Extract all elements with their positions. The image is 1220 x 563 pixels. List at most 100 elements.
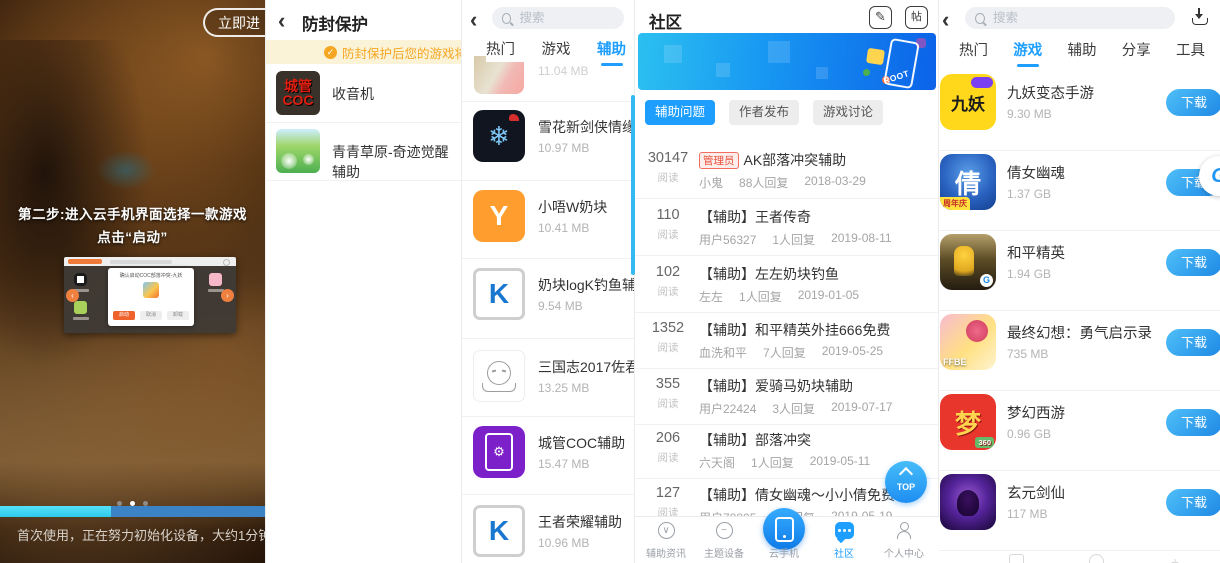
tab-hot[interactable]: 热门	[486, 38, 515, 59]
download-button[interactable]: 下载	[1166, 489, 1220, 516]
tab-games[interactable]: 游戏	[1013, 39, 1042, 67]
app-row[interactable]: ❄ 雪花新剑侠情缘 10.97 MB	[462, 110, 635, 188]
read-count: 1352	[651, 320, 685, 336]
tab-assist[interactable]: 辅助	[1068, 39, 1097, 60]
app-row[interactable]: K 奶块logK钓鱼辅助 9.54 MB	[462, 268, 635, 346]
game-row[interactable]: 倩 周年庆 倩女幽魂 1.37 GB 下载	[939, 150, 1220, 231]
chevron-up-icon	[898, 466, 914, 482]
app-size: 9.54 MB	[538, 299, 583, 313]
game-row[interactable]: 梦 360 梦幻西游 0.96 GB 下载	[939, 390, 1220, 471]
back-icon[interactable]: ‹	[470, 9, 477, 31]
post-date: 2019-05-25	[821, 344, 884, 358]
tab-game-discussion[interactable]: 游戏讨论	[813, 100, 884, 125]
cta-button[interactable]: 立即进	[203, 8, 265, 37]
forum-post-row[interactable]: 110 阅读 【辅助】王者传奇 用户56327 1人回复 2019-08-11	[635, 198, 939, 256]
search-bar[interactable]	[965, 7, 1175, 29]
snowflake-app-icon: ❄	[473, 110, 525, 162]
download-button[interactable]: 下载	[1166, 409, 1220, 436]
mini-cancel-button[interactable]: 取消	[140, 311, 162, 320]
forum-post-row[interactable]: 355 阅读 【辅助】爱骑马奶块辅助 用户22424 3人回复 2019-07-17	[635, 367, 939, 425]
cloud-phone-icon	[763, 508, 805, 550]
jiuyao-icon: 九妖	[940, 74, 996, 130]
forum-post-row[interactable]: 30147 阅读 管理员 AK部落冲突辅助 小鬼 88人回复 2018-03-29	[635, 141, 939, 199]
post-icon[interactable]: 帖	[905, 6, 928, 29]
protected-app-row[interactable]: 城管 COC 收音机	[266, 64, 462, 123]
nav-profile[interactable]: 个人中心	[875, 517, 933, 560]
post-title: 【辅助】倩女幽魂～小小倩免费	[699, 487, 895, 503]
app-name: 城管COC辅助	[538, 435, 626, 451]
game-row[interactable]: FFBE 最终幻想：勇气启示录 735 MB 下载	[939, 310, 1220, 391]
post-date: 2019-05-11	[809, 454, 871, 468]
reads-label: 阅读	[657, 452, 679, 464]
game-row[interactable]: 玄元剑仙 117 MB 下载	[939, 470, 1220, 551]
back-icon[interactable]: ‹	[278, 10, 285, 32]
back-to-top-button[interactable]: TOP	[885, 461, 927, 503]
community-banner[interactable]: ROOT	[638, 33, 936, 90]
download-manager-icon[interactable]	[1191, 8, 1208, 25]
scrollbar[interactable]	[631, 95, 635, 275]
ffbe-label: FFBE	[943, 357, 967, 367]
back-icon[interactable]: ‹	[942, 9, 949, 31]
ffbe-icon: FFBE	[940, 314, 996, 370]
forum-post-row[interactable]: 1352 阅读 【辅助】和平精英外挂666免费 血洗和平 7人回复 2019-05-…	[635, 311, 939, 369]
init-progress-fill	[0, 506, 112, 517]
reads-label: 阅读	[657, 172, 679, 184]
tab-tools[interactable]: 工具	[1176, 39, 1205, 60]
chevron-circle-icon: ∨	[657, 522, 675, 539]
app-row[interactable]: K 王者荣耀辅助 10.96 MB	[462, 505, 635, 563]
search-input[interactable]	[991, 10, 1165, 26]
app-name: 收音机	[332, 86, 374, 102]
nav-community[interactable]: 社区	[815, 517, 873, 560]
post-date: 2019-01-05	[797, 288, 860, 302]
post-author: 用户22424	[699, 402, 757, 416]
nav-theme-device[interactable]: − 主题设备	[695, 517, 753, 560]
360-badge: 360	[975, 437, 994, 448]
app-size: 10.97 MB	[538, 141, 590, 155]
reads-label: 阅读	[657, 342, 679, 354]
download-button[interactable]: 下载	[1166, 89, 1220, 116]
tab-assist-questions[interactable]: 辅助问题	[645, 100, 716, 125]
panel-onboarding: 立即进 第二步:进入云手机界面选择一款游戏 点击“启动” ‹ › 确认启动COC…	[0, 0, 265, 563]
download-button[interactable]: 下载	[1166, 249, 1220, 276]
panel-community: 社区 ✎ 帖 ROOT 辅助问题 作者发布 游戏讨论 30147 阅读 管理员 A…	[634, 0, 939, 563]
antiban-banner: ✓ 防封保护后您的游戏将杜绝被	[266, 40, 462, 64]
download-button[interactable]: 下载	[1166, 329, 1220, 356]
k-app-icon: K	[473, 268, 525, 320]
game-size: 117 MB	[1007, 507, 1048, 521]
game-size: 0.96 GB	[1007, 427, 1052, 441]
game-row[interactable]: 九妖 九妖变态手游 9.30 MB 下载	[939, 70, 1220, 151]
app-screenshots-collage: 立即进 第二步:进入云手机界面选择一款游戏 点击“启动” ‹ › 确认启动COC…	[0, 0, 1220, 563]
read-count: 102	[655, 264, 681, 280]
nav-assist-news[interactable]: ∨ 辅助资讯	[637, 517, 695, 560]
app-name: 王者荣耀辅助	[538, 514, 622, 530]
reads-label: 阅读	[657, 286, 679, 298]
app-row[interactable]: Y 小唔W奶块 10.41 MB	[462, 190, 635, 268]
tab-share[interactable]: 分享	[1122, 39, 1151, 60]
nav-label: 主题设备	[704, 549, 744, 560]
post-title: 【辅助】爱骑马奶块辅助	[699, 378, 853, 394]
game-row[interactable]: G 和平精英 1.94 GB 下载	[939, 230, 1220, 311]
compose-icon[interactable]: ✎	[869, 6, 892, 29]
tab-hot[interactable]: 热门	[959, 39, 988, 60]
mini-search-icon	[223, 259, 230, 266]
app-size: 10.41 MB	[538, 221, 590, 235]
mini-launch-button[interactable]: 启动	[113, 311, 135, 320]
post-replies: 3人回复	[772, 402, 816, 416]
forum-post-row[interactable]: 102 阅读 【辅助】左左奶块钓鱼 左左 1人回复 2019-01-05	[635, 255, 939, 313]
tutorial-caption-line1: 第二步:进入云手机界面选择一款游戏	[18, 207, 247, 222]
app-size: 13.25 MB	[538, 381, 590, 395]
mini-dialog-game-icon	[143, 282, 159, 298]
mini-uninstall-button[interactable]: 卸载	[167, 311, 189, 320]
tab-author-posts[interactable]: 作者发布	[729, 100, 800, 125]
game-name: 玄元剑仙	[1007, 486, 1065, 502]
tab-games[interactable]: 游戏	[542, 38, 571, 59]
search-input[interactable]	[517, 10, 614, 26]
search-bar[interactable]	[492, 7, 624, 29]
protected-app-row[interactable]: 青青草原-奇迹觉醒辅助	[266, 122, 462, 181]
app-row[interactable]: ⚙ 城管COC辅助 15.47 MB	[462, 426, 635, 504]
tab-assist[interactable]: 辅助	[597, 38, 626, 66]
anniversary-badge: 周年庆	[940, 197, 970, 210]
page-title: 防封保护	[302, 16, 368, 34]
tutorial-screenshot: ‹ › 确认启动COC部落冲突-九妖 启动 取消 卸载	[64, 257, 236, 333]
mini-logo-pill	[68, 259, 102, 264]
